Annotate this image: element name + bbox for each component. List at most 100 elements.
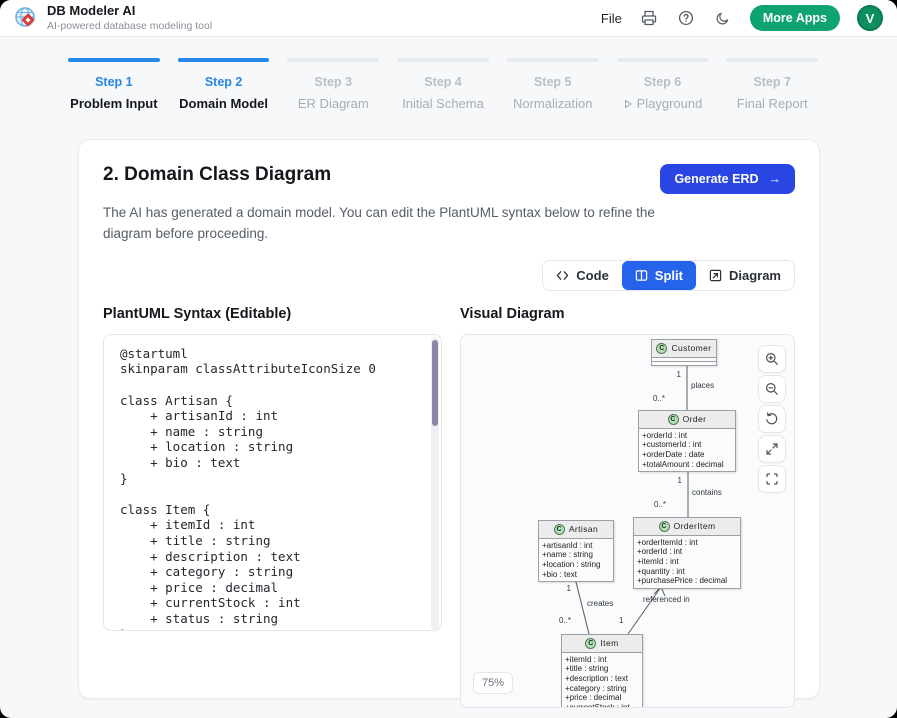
class-attribute: +orderItemId : int [637,538,737,548]
diagram-controls [758,345,786,493]
step-6-playground[interactable]: Step 6 Playground [617,58,709,111]
step-progress-bar [68,58,160,62]
step-label: ER Diagram [287,96,379,111]
generate-erd-label: Generate ERD [674,172,758,186]
play-icon [623,99,633,109]
step-number: Step 6 [617,75,709,89]
moon-icon[interactable] [713,8,733,28]
app-logo-icon [14,6,38,30]
page-title: 2. Domain Class Diagram [103,164,331,186]
class-attribute: +currentStock : int [565,703,639,708]
diagram-image-icon [709,269,722,282]
generate-erd-button[interactable]: Generate ERD → [660,164,795,194]
relation-label: referenced in [643,595,690,604]
step-2-domain-model[interactable]: Step 2 Domain Model [178,58,270,111]
uml-class-customer: CCustomer [651,339,717,366]
zoom-out-button[interactable] [758,375,786,403]
step-7-final-report[interactable]: Step 7 Final Report [726,58,818,111]
class-attribute: +location : string [542,560,610,570]
zoom-out-icon [765,382,779,396]
class-icon: C [659,521,670,532]
class-attribute: +orderId : int [637,547,737,557]
class-attribute: +title : string [565,664,639,674]
split-view-icon [635,269,648,282]
step-number: Step 4 [397,75,489,89]
cardinality-label: 0..* [647,394,665,403]
more-apps-button[interactable]: More Apps [750,5,840,31]
step-label: Domain Model [178,96,270,111]
class-attribute: +quantity : int [637,567,737,577]
step-5-normalization[interactable]: Step 5 Normalization [507,58,599,111]
diagram-heading: Visual Diagram [460,306,795,322]
step-number: Step 3 [287,75,379,89]
step-3-er-diagram[interactable]: Step 3 ER Diagram [287,58,379,111]
fit-view-button[interactable] [758,465,786,493]
relation-label: places [691,381,714,390]
step-number: Step 7 [726,75,818,89]
step-progress-bar [287,58,379,62]
diagram-canvas[interactable]: CCustomer COrder +orderId : int +custome… [460,334,795,708]
help-circle-icon[interactable] [676,8,696,28]
class-icon: C [585,638,596,649]
step-nav: Step 1 Problem Input Step 2 Domain Model… [68,58,818,111]
class-attribute: +purchasePrice : decimal [637,576,737,586]
code-icon [556,269,569,282]
tab-diagram-label: Diagram [729,268,781,283]
user-avatar[interactable]: V [857,5,883,31]
reset-view-button[interactable] [758,405,786,433]
uml-class-order: COrder +orderId : int +customerId : int … [638,410,736,472]
tab-code-label: Code [576,268,609,283]
zoom-in-icon [765,352,779,366]
step-label-text: Playground [637,96,703,111]
step-label: Playground [617,96,709,111]
step-progress-bar [178,58,270,62]
cardinality-label: 0..* [648,500,666,509]
app-subtitle: AI-powered database modeling tool [47,20,212,33]
empty-compartment [652,361,716,365]
menu-file[interactable]: File [601,11,622,26]
class-name: OrderItem [674,521,716,531]
step-4-initial-schema[interactable]: Step 4 Initial Schema [397,58,489,111]
relation-label: contains [692,488,722,497]
class-attribute: +artisanId : int [542,541,610,551]
step-1-problem-input[interactable]: Step 1 Problem Input [68,58,160,111]
scrollbar-thumb[interactable] [432,340,438,426]
tab-code[interactable]: Code [543,261,622,290]
step-label: Normalization [507,96,599,111]
step-progress-bar [507,58,599,62]
step-progress-bar [397,58,489,62]
zoom-level-badge: 75% [473,672,513,694]
plantuml-editor[interactable]: @startuml skinparam classAttributeIconSi… [103,334,442,631]
app-window: DB Modeler AI AI-powered database modeli… [0,0,897,718]
tab-split[interactable]: Split [622,261,696,290]
uml-class-artisan: CArtisan +artisanId : int +name : string… [538,520,614,582]
class-name: Customer [671,343,711,353]
view-mode-tabs: Code Split Diagram [542,260,795,291]
step-number: Step 2 [178,75,270,89]
class-attribute: +orderId : int [642,431,732,441]
class-attribute: +category : string [565,684,639,694]
expand-icon [765,442,779,456]
class-attribute: +customerId : int [642,440,732,450]
step-label: Final Report [726,96,818,111]
class-attribute: +totalAmount : decimal [642,460,732,470]
step-label: Problem Input [68,96,160,111]
arrow-right-icon: → [769,172,782,186]
class-attribute: +itemId : int [637,557,737,567]
domain-model-card: 2. Domain Class Diagram Generate ERD → T… [78,139,820,699]
plantuml-code[interactable]: @startuml skinparam classAttributeIconSi… [104,335,441,631]
step-progress-bar [617,58,709,62]
editor-scrollbar[interactable] [431,337,439,630]
cardinality-label: 1 [557,584,571,593]
page-description: The AI has generated a domain model. You… [103,203,678,245]
tab-diagram[interactable]: Diagram [696,261,794,290]
class-attribute: +description : text [565,674,639,684]
tab-split-label: Split [655,268,683,283]
zoom-in-button[interactable] [758,345,786,373]
printer-icon[interactable] [639,8,659,28]
top-header: DB Modeler AI AI-powered database modeli… [0,0,897,37]
fullscreen-button[interactable] [758,435,786,463]
step-number: Step 1 [68,75,160,89]
class-attribute: +orderDate : date [642,450,732,460]
cardinality-label: 0..* [549,616,571,625]
